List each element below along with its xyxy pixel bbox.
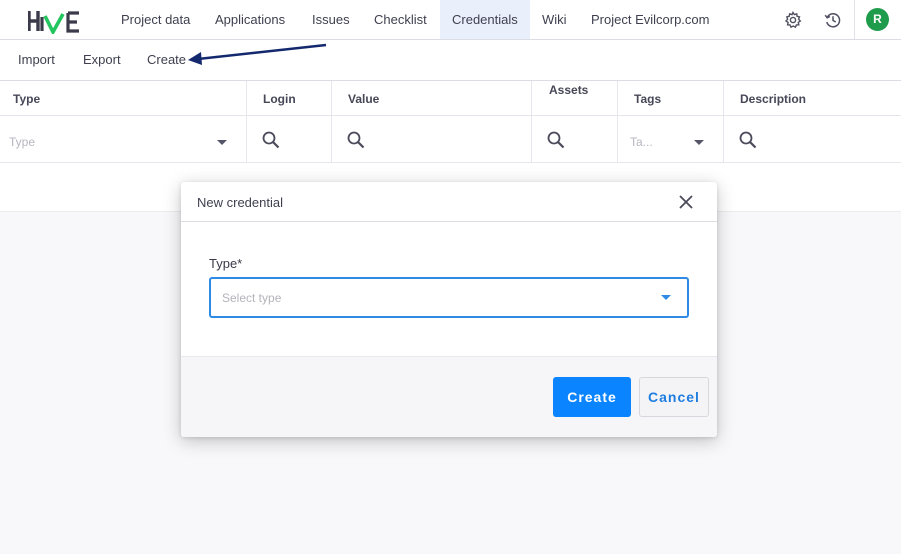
new-credential-dialog: New credential Type* Select type Create … <box>181 182 717 437</box>
nav-issues[interactable]: Issues <box>300 0 362 39</box>
search-icon[interactable] <box>261 130 281 150</box>
create-button[interactable]: Create <box>147 40 186 80</box>
chevron-down-icon[interactable] <box>694 140 704 145</box>
search-icon[interactable] <box>546 130 566 150</box>
dialog-title: New credential <box>197 195 283 210</box>
history-icon[interactable] <box>823 10 843 30</box>
export-button[interactable]: Export <box>83 40 121 80</box>
column-header-description[interactable]: Description <box>740 92 806 106</box>
chevron-down-icon <box>661 295 671 300</box>
tags-filter-select[interactable]: Ta... <box>630 135 653 149</box>
dialog-cancel-button[interactable]: Cancel <box>639 377 709 417</box>
search-icon[interactable] <box>738 130 758 150</box>
column-header-assets[interactable]: Assets <box>549 83 588 97</box>
import-button[interactable]: Import <box>18 40 55 80</box>
type-field-label: Type* <box>209 256 243 271</box>
column-divider <box>331 81 332 163</box>
chevron-down-icon[interactable] <box>217 140 227 145</box>
nav-applications[interactable]: Applications <box>203 0 297 39</box>
dialog-header: New credential <box>181 182 717 222</box>
type-select[interactable]: Select type <box>209 277 689 318</box>
close-icon[interactable] <box>677 193 695 211</box>
hive-logo[interactable] <box>28 8 80 34</box>
type-filter-select[interactable]: Type <box>9 135 35 149</box>
top-navigation: Project data Applications Issues Checkli… <box>0 0 901 40</box>
annotation-arrow <box>188 43 327 65</box>
column-header-login[interactable]: Login <box>263 92 296 106</box>
dialog-footer <box>181 356 717 437</box>
column-header-tags[interactable]: Tags <box>634 92 661 106</box>
nav-checklist[interactable]: Checklist <box>362 0 439 39</box>
column-header-type[interactable]: Type <box>13 92 40 106</box>
filter-row: Type Ta... <box>0 116 901 163</box>
nav-wiki[interactable]: Wiki <box>530 0 579 39</box>
action-bar: Import Export Create <box>0 40 901 81</box>
nav-divider <box>854 0 855 39</box>
column-divider <box>531 81 532 163</box>
user-avatar[interactable]: R <box>866 8 889 31</box>
gear-icon[interactable] <box>783 10 803 30</box>
column-divider <box>723 81 724 163</box>
search-icon[interactable] <box>346 130 366 150</box>
nav-credentials[interactable]: Credentials <box>440 0 530 39</box>
column-header-value[interactable]: Value <box>348 92 379 106</box>
dialog-create-button[interactable]: Create <box>553 377 631 417</box>
nav-project-name[interactable]: Project Evilcorp.com <box>579 0 721 39</box>
nav-project-data[interactable]: Project data <box>109 0 202 39</box>
column-divider <box>617 81 618 163</box>
column-divider <box>246 81 247 163</box>
table-header: Type Login Value Assets Tags Description <box>0 81 901 116</box>
type-select-placeholder: Select type <box>222 291 282 305</box>
